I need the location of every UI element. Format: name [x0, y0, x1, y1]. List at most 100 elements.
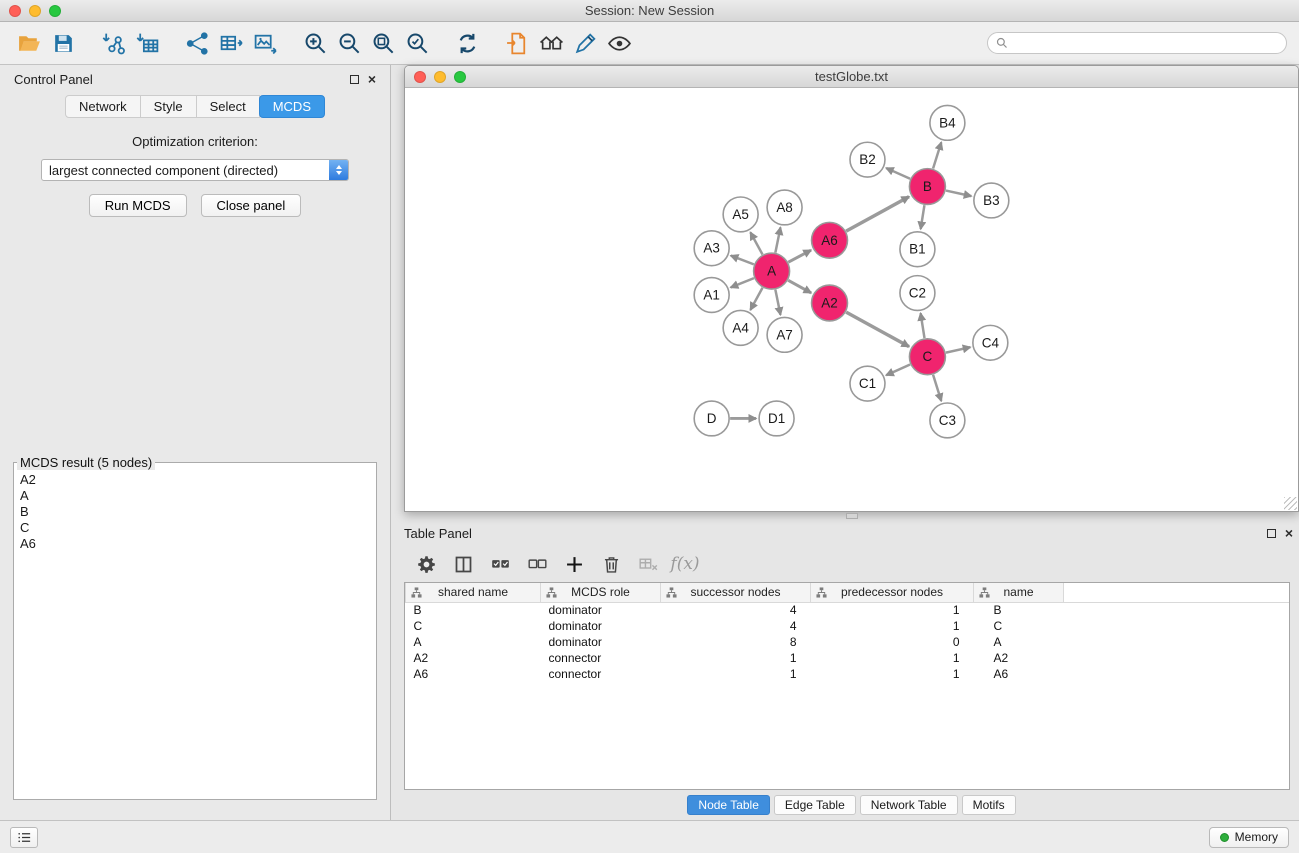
- network-node-D1[interactable]: D1: [759, 401, 794, 436]
- new-network-icon[interactable]: [180, 27, 214, 59]
- function-builder-icon[interactable]: f(x): [671, 550, 699, 578]
- network-node-A2[interactable]: A2: [812, 285, 848, 321]
- select-all-icon[interactable]: [486, 550, 514, 578]
- tab-motifs[interactable]: Motifs: [962, 795, 1016, 815]
- network-edge-A-A2[interactable]: [788, 280, 811, 293]
- tab-select[interactable]: Select: [196, 95, 260, 118]
- memory-button[interactable]: Memory: [1209, 827, 1289, 848]
- network-zoom-button[interactable]: [454, 71, 466, 83]
- network-node-B4[interactable]: B4: [930, 105, 965, 140]
- column-header-name[interactable]: name: [974, 583, 1064, 602]
- network-edge-C-C2[interactable]: [921, 313, 925, 338]
- column-header-predecessor-nodes[interactable]: predecessor nodes: [811, 583, 974, 602]
- criterion-dropdown[interactable]: largest connected component (directed): [41, 159, 349, 181]
- result-item[interactable]: A: [14, 488, 376, 504]
- network-node-C[interactable]: C: [909, 339, 945, 375]
- column-header-successor-nodes[interactable]: successor nodes: [661, 583, 811, 602]
- export-document-icon[interactable]: [500, 27, 534, 59]
- tab-mcds[interactable]: MCDS: [259, 95, 325, 118]
- network-edge-A-A1[interactable]: [731, 278, 754, 287]
- network-node-C2[interactable]: C2: [900, 276, 935, 311]
- table-row[interactable]: Bdominator41B: [406, 602, 1290, 618]
- import-network-from-file-icon[interactable]: [96, 27, 130, 59]
- delete-column-icon[interactable]: [597, 550, 625, 578]
- show-hide-details-icon[interactable]: [602, 27, 636, 59]
- divider-handle[interactable]: [846, 513, 858, 519]
- table-row[interactable]: Cdominator41C: [406, 618, 1290, 634]
- network-canvas[interactable]: B4 B2 B B3 A5 A8 A6 A3 B1 A C2 A1 A2 A4 A7 C4 C C1 D D1 C3: [405, 88, 1298, 511]
- style-edit-icon[interactable]: [568, 27, 602, 59]
- deselect-all-icon[interactable]: [523, 550, 551, 578]
- network-node-C4[interactable]: C4: [973, 325, 1008, 360]
- network-node-A8[interactable]: A8: [767, 190, 802, 225]
- network-node-B2[interactable]: B2: [850, 142, 885, 177]
- zoom-window-button[interactable]: [49, 5, 61, 17]
- apply-preferred-layout-icon[interactable]: [450, 27, 484, 59]
- network-node-C3[interactable]: C3: [930, 403, 965, 438]
- tab-network-table[interactable]: Network Table: [860, 795, 958, 815]
- network-edge-C-C3[interactable]: [933, 375, 941, 401]
- run-mcds-button[interactable]: Run MCDS: [89, 194, 187, 217]
- task-history-button[interactable]: [10, 827, 38, 848]
- result-item[interactable]: A6: [14, 536, 376, 552]
- network-node-D[interactable]: D: [694, 401, 729, 436]
- network-node-A7[interactable]: A7: [767, 317, 802, 352]
- network-edge-A-A8[interactable]: [775, 227, 780, 252]
- network-node-B[interactable]: B: [909, 169, 945, 205]
- network-node-A3[interactable]: A3: [694, 231, 729, 266]
- network-edge-A-A4[interactable]: [750, 288, 762, 310]
- column-visibility-icon[interactable]: [449, 550, 477, 578]
- result-item[interactable]: C: [14, 520, 376, 536]
- add-column-icon[interactable]: [560, 550, 588, 578]
- network-node-B1[interactable]: B1: [900, 232, 935, 267]
- network-node-C1[interactable]: C1: [850, 366, 885, 401]
- table-float-panel-icon[interactable]: [1267, 529, 1276, 538]
- close-window-button[interactable]: [9, 5, 21, 17]
- column-header-shared-name[interactable]: shared name: [406, 583, 541, 602]
- open-session-icon[interactable]: [12, 27, 46, 59]
- network-close-button[interactable]: [414, 71, 426, 83]
- zoom-fit-icon[interactable]: [366, 27, 400, 59]
- table-close-panel-icon[interactable]: ×: [1285, 528, 1293, 538]
- table-settings-icon[interactable]: [412, 550, 440, 578]
- table-row[interactable]: Adominator80A: [406, 634, 1290, 650]
- network-node-A5[interactable]: A5: [723, 197, 758, 232]
- network-edge-B-B1[interactable]: [921, 205, 925, 229]
- network-edge-A-A7[interactable]: [775, 290, 780, 315]
- tab-edge-table[interactable]: Edge Table: [774, 795, 856, 815]
- zoom-out-icon[interactable]: [332, 27, 366, 59]
- close-panel-icon[interactable]: ×: [368, 74, 376, 84]
- zoom-selected-icon[interactable]: [400, 27, 434, 59]
- network-edge-C-C1[interactable]: [886, 364, 910, 375]
- zoom-in-icon[interactable]: [298, 27, 332, 59]
- table-row[interactable]: A2connector11A2: [406, 650, 1290, 666]
- network-edge-B-B4[interactable]: [933, 142, 941, 168]
- result-item[interactable]: B: [14, 504, 376, 520]
- home-icon[interactable]: [534, 27, 568, 59]
- network-edge-A2-C[interactable]: [846, 312, 909, 347]
- tab-style[interactable]: Style: [140, 95, 197, 118]
- network-node-A[interactable]: A: [754, 253, 790, 289]
- table-row[interactable]: A6connector11A6: [406, 666, 1290, 682]
- clone-network-icon[interactable]: [214, 27, 248, 59]
- network-edge-A-A5[interactable]: [750, 232, 762, 254]
- minimize-window-button[interactable]: [29, 5, 41, 17]
- network-node-A1[interactable]: A1: [694, 278, 729, 313]
- export-image-icon[interactable]: [248, 27, 282, 59]
- network-minimize-button[interactable]: [434, 71, 446, 83]
- column-header-MCDS-role[interactable]: MCDS role: [541, 583, 661, 602]
- network-edge-B-B3[interactable]: [946, 191, 971, 197]
- save-session-icon[interactable]: [46, 27, 80, 59]
- network-node-B3[interactable]: B3: [974, 183, 1009, 218]
- network-edge-C-C4[interactable]: [946, 347, 970, 352]
- network-edge-B-B2[interactable]: [886, 168, 910, 179]
- tab-node-table[interactable]: Node Table: [687, 795, 770, 815]
- import-table-from-file-icon[interactable]: [130, 27, 164, 59]
- search-input[interactable]: [1013, 36, 1278, 50]
- float-panel-icon[interactable]: [350, 75, 359, 84]
- resize-grip-icon[interactable]: [1284, 497, 1297, 510]
- network-node-A4[interactable]: A4: [723, 310, 758, 345]
- network-node-A6[interactable]: A6: [812, 222, 848, 258]
- network-edge-A-A3[interactable]: [731, 256, 754, 265]
- result-item[interactable]: A2: [14, 472, 376, 488]
